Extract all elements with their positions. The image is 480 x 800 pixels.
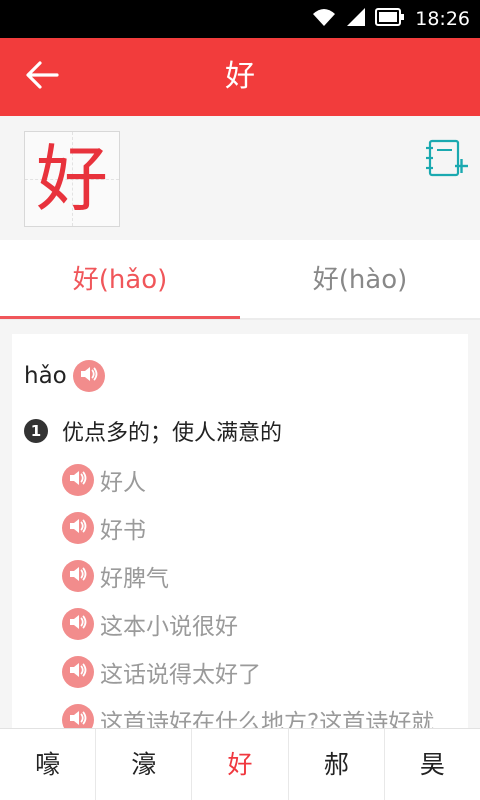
character-header: 好 <box>0 116 480 240</box>
example-speaker-button[interactable] <box>62 704 94 728</box>
speaker-icon <box>68 469 88 491</box>
sense-text: 优点多的；使人满意的 <box>62 421 283 446</box>
sense-number: 1 <box>24 419 48 443</box>
pronunciation-tabs: 好(hǎo) 好(hào) <box>0 240 480 320</box>
nav-item[interactable]: 郝 <box>289 729 385 800</box>
notebook-add-icon <box>424 139 470 182</box>
app-bar: 好 <box>0 38 480 116</box>
speaker-icon <box>68 661 88 683</box>
example-speaker-button[interactable] <box>62 560 94 592</box>
back-arrow-icon <box>25 61 59 93</box>
example-text: 这首诗好在什么地方?这首诗好就 <box>100 710 435 728</box>
wifi-icon <box>311 6 337 32</box>
speaker-icon <box>79 365 99 387</box>
status-time: 18:26 <box>415 8 470 30</box>
example-speaker-button[interactable] <box>62 608 94 640</box>
add-to-notebook-button[interactable] <box>424 138 470 178</box>
battery-icon <box>375 8 405 30</box>
nav-item[interactable]: 嚎 <box>0 729 97 800</box>
example-row: 这本小说很好 <box>62 604 238 644</box>
example-text: 好人 <box>100 470 146 496</box>
example-row: 好脾气 <box>62 556 169 596</box>
page-title: 好 <box>225 59 255 94</box>
character-glyph: 好 <box>35 137 108 221</box>
tab-hao4[interactable]: 好(hào) <box>240 240 480 320</box>
definition-sense: 1 优点多的；使人满意的 <box>24 414 282 448</box>
active-tab-indicator <box>0 316 240 319</box>
example-speaker-button[interactable] <box>62 512 94 544</box>
example-text: 这本小说很好 <box>100 614 238 640</box>
speaker-icon <box>68 517 88 539</box>
status-icons: 18:26 <box>311 6 470 32</box>
example-row: 这首诗好在什么地方?这首诗好就 <box>62 700 434 728</box>
tab-hao3[interactable]: 好(hǎo) <box>0 240 240 320</box>
bottom-character-nav: 嚎 濠 好 郝 昊 <box>0 728 480 800</box>
nav-item-current[interactable]: 好 <box>192 729 289 800</box>
nav-item[interactable]: 昊 <box>385 729 480 800</box>
back-button[interactable] <box>22 60 62 94</box>
example-row: 好书 <box>62 508 146 548</box>
example-text: 好脾气 <box>100 566 169 592</box>
speaker-icon <box>68 565 88 587</box>
speaker-icon <box>68 709 88 728</box>
definition-card: hǎo 1 优点多的；使人满意的 好人 好书 好脾气 这本小说很好 这话说得太好… <box>12 334 468 728</box>
pinyin-row: hǎo <box>24 356 105 396</box>
example-row: 好人 <box>62 460 146 500</box>
signal-icon <box>345 6 367 32</box>
example-speaker-button[interactable] <box>62 464 94 496</box>
pinyin-speaker-button[interactable] <box>72 360 105 392</box>
nav-item[interactable]: 濠 <box>96 729 193 800</box>
example-row: 这话说得太好了 <box>62 652 261 692</box>
example-text: 好书 <box>100 518 146 544</box>
pinyin-text: hǎo <box>24 363 67 389</box>
character-grid-box: 好 <box>24 131 120 227</box>
status-bar: 18:26 <box>0 0 480 38</box>
example-speaker-button[interactable] <box>62 656 94 688</box>
example-text: 这话说得太好了 <box>100 662 261 688</box>
speaker-icon <box>68 613 88 635</box>
